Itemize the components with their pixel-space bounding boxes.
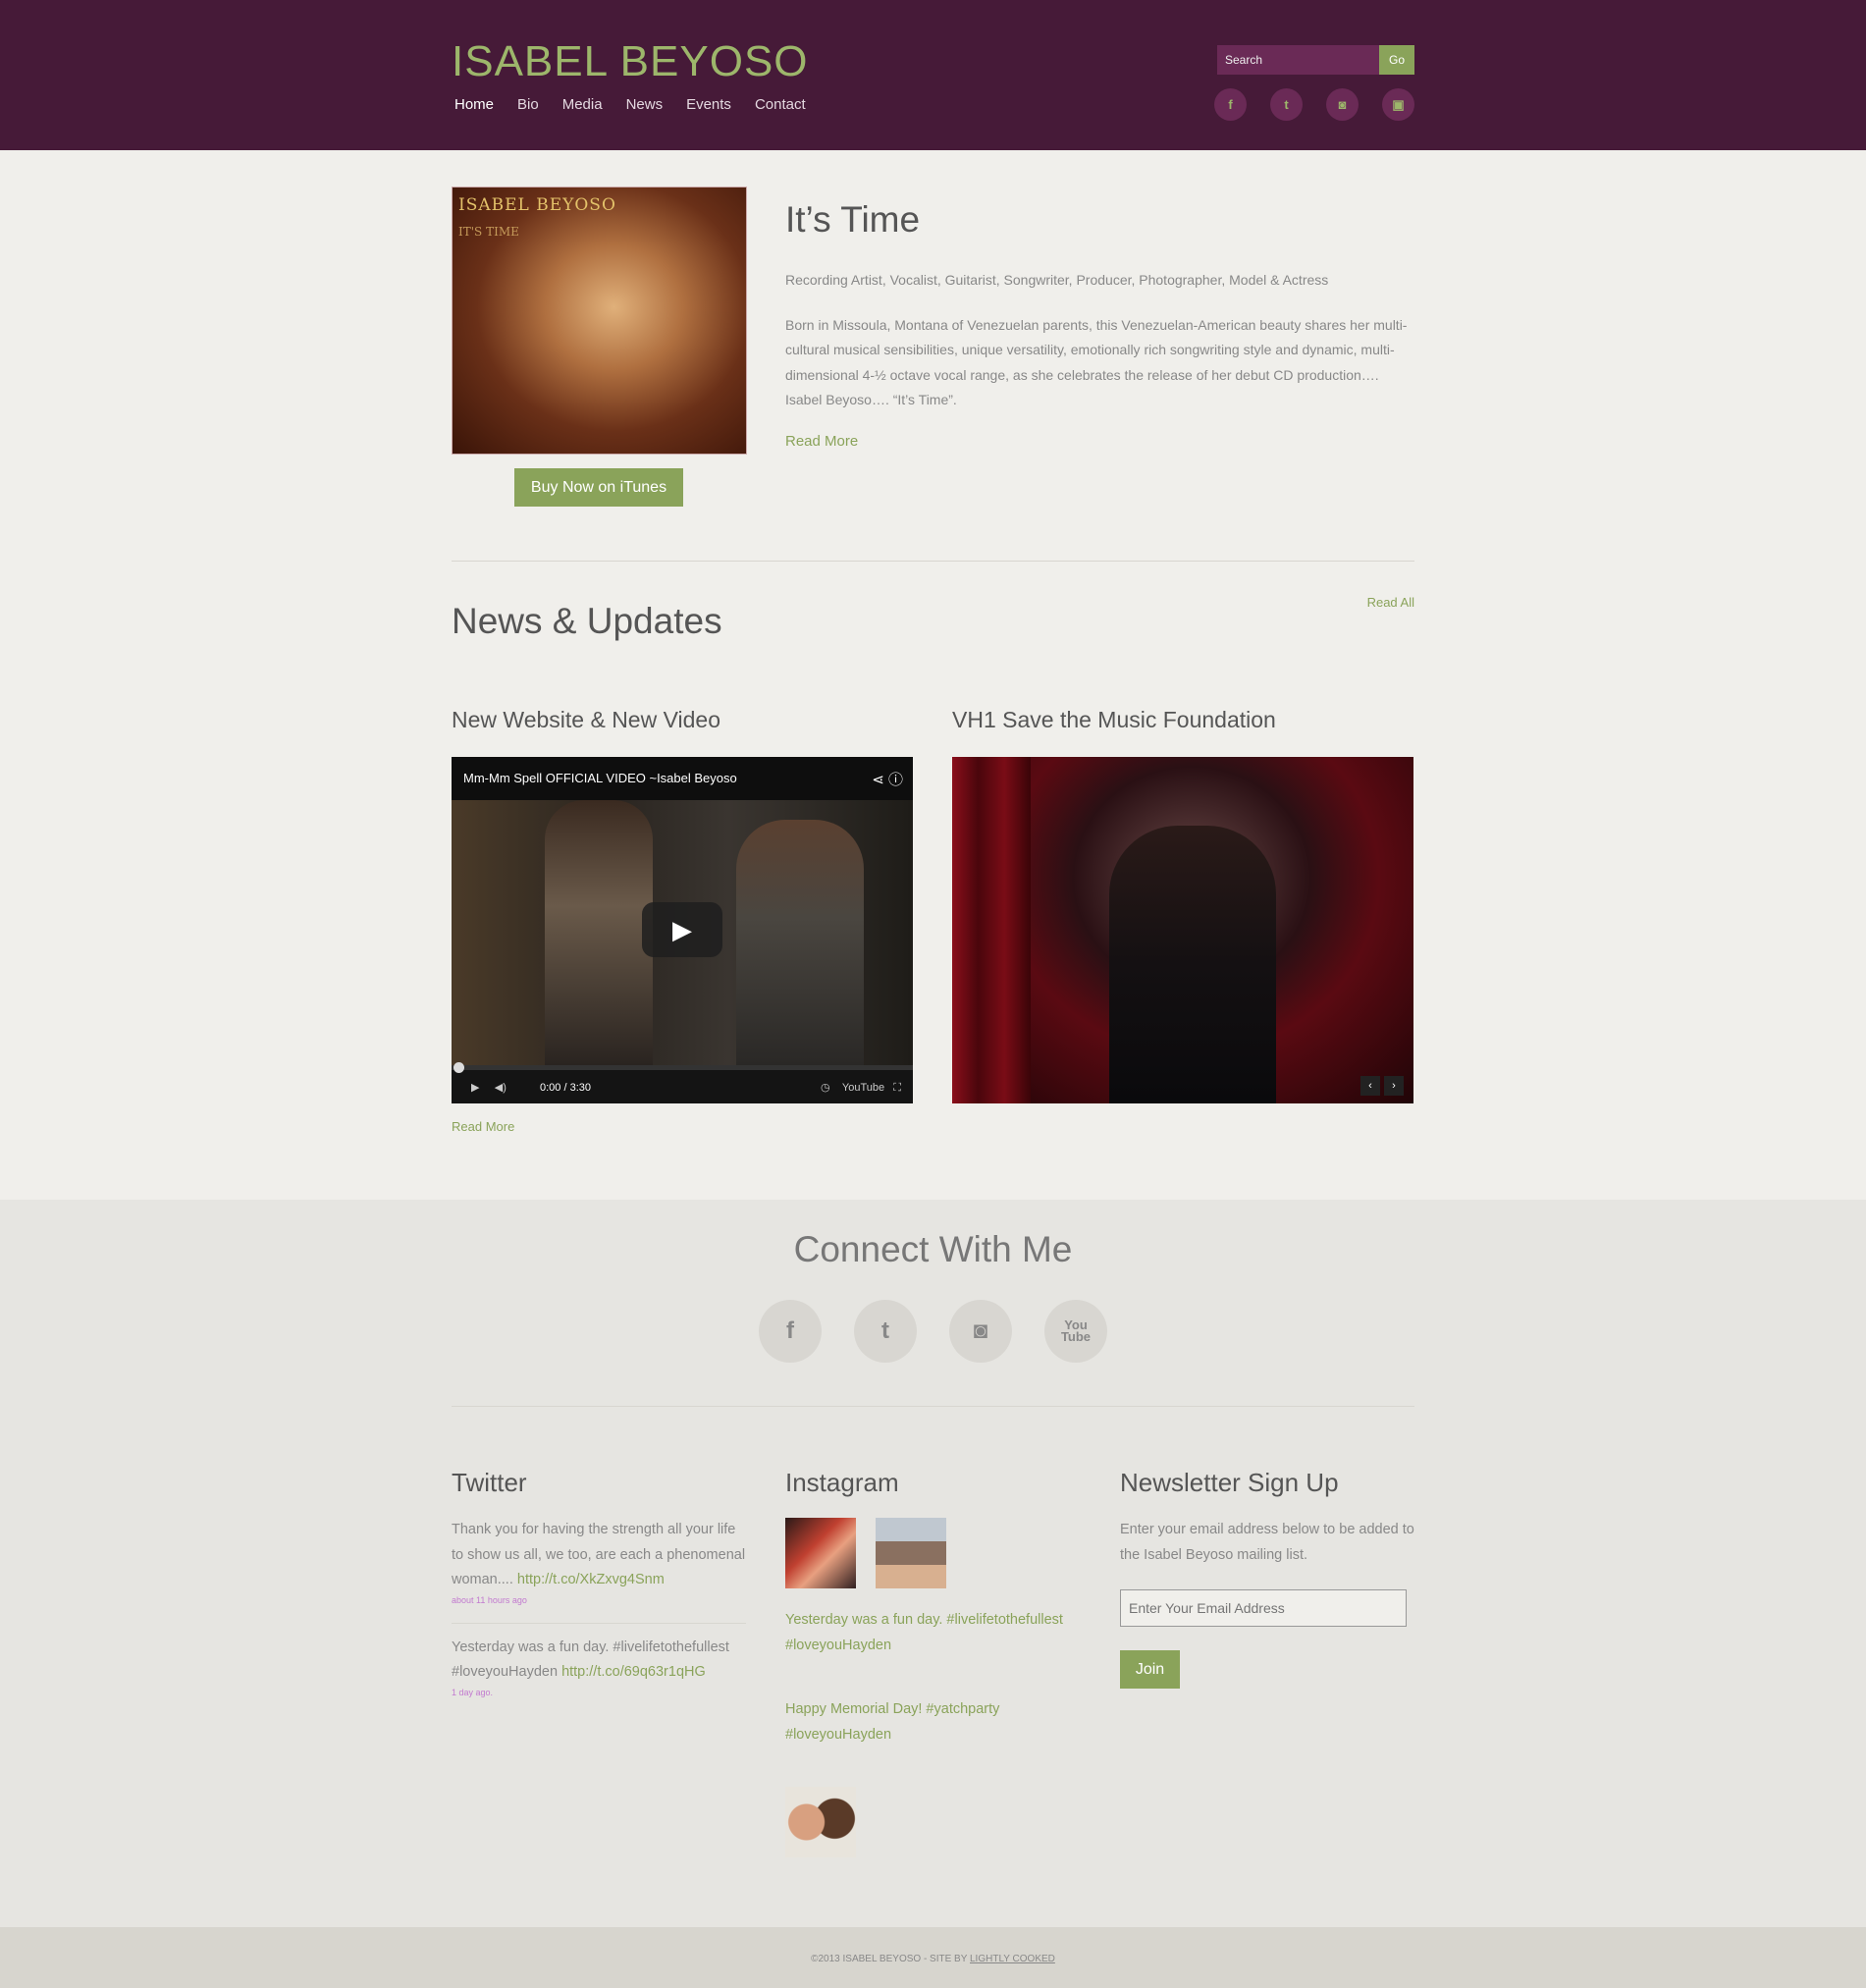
search-go-button[interactable]: Go (1379, 45, 1414, 75)
news-post: New Website & New Video Mm-Mm Spell OFFI… (452, 707, 913, 1134)
instagram-icon[interactable]: ◙ (1326, 88, 1359, 121)
email-field[interactable] (1120, 1589, 1407, 1627)
search-input[interactable] (1217, 45, 1379, 75)
hero-body: Born in Missoula, Montana of Venezuelan … (785, 316, 1408, 408)
tweet: Thank you for having the strength all yo… (452, 1522, 746, 1587)
hero-text: It’s Time Recording Artist, Vocalist, Gu… (785, 199, 1414, 451)
tweet-time[interactable]: about 11 hours ago (452, 1595, 746, 1605)
video-player[interactable]: Mm-Mm Spell OFFICIAL VIDEO ~Isabel Beyos… (452, 757, 913, 1103)
read-all-link[interactable]: Read All (1367, 595, 1414, 610)
tweet-link[interactable]: http://t.co/XkZxvg4Snm (517, 1572, 665, 1587)
twitter-icon[interactable]: t (854, 1300, 917, 1363)
header-social: f t ◙ ▣ (1214, 88, 1414, 121)
nav-contact[interactable]: Contact (755, 96, 806, 113)
site-header: ISABEL BEYOSO Home Bio Media News Events… (0, 0, 1866, 150)
next-arrow-icon[interactable]: › (1384, 1076, 1404, 1096)
instagram-photo[interactable] (785, 1518, 856, 1588)
site-logo[interactable]: ISABEL BEYOSO (452, 37, 809, 86)
facebook-icon[interactable]: f (759, 1300, 822, 1363)
news-title: News & Updates (452, 601, 722, 641)
album-title: IT'S TIME (458, 225, 519, 239)
video-controls: ▶ ◀) 0:00 / 3:30 ◷ YouTube ⛶ (452, 1062, 913, 1103)
nav-news[interactable]: News (626, 96, 664, 113)
instagram-icon[interactable]: ◙ (949, 1300, 1012, 1363)
twitter-icon[interactable]: t (1270, 88, 1303, 121)
instagram-caption[interactable]: Yesterday was a fun day. #livelifetothef… (785, 1608, 1080, 1658)
post-title[interactable]: New Website & New Video (452, 707, 913, 733)
twitter-column: Twitter Thank you for having the strengt… (452, 1468, 746, 1697)
video-time: 0:00 / 3:30 (540, 1082, 591, 1094)
hero-read-more-link[interactable]: Read More (785, 433, 858, 450)
search-form: Go (1217, 45, 1414, 75)
share-icon[interactable]: ⋖ (872, 772, 884, 788)
instagram-caption[interactable]: Happy Memorial Day! #yatchparty #loveyou… (785, 1697, 1080, 1747)
album-artist: ISABEL BEYOSO (458, 195, 616, 215)
play-icon[interactable]: ▶ (642, 902, 722, 957)
news-post: VH1 Save the Music Foundation ‹ › (952, 707, 1413, 1103)
instagram-photo[interactable] (876, 1518, 946, 1588)
copyright: ©2013 ISABEL BEYOSO - SITE BY (811, 1954, 970, 1964)
video-scrubber[interactable] (453, 1062, 464, 1073)
credit-link[interactable]: LIGHTLY COOKED (970, 1954, 1055, 1964)
prev-arrow-icon[interactable]: ‹ (1360, 1076, 1380, 1096)
hero-title: It’s Time (785, 199, 921, 240)
nav-bio[interactable]: Bio (517, 96, 539, 113)
site-footer: ©2013 ISABEL BEYOSO - SITE BY LIGHTLY CO… (0, 1927, 1866, 1988)
youtube-logo[interactable]: YouTube (842, 1082, 884, 1094)
instagram-title: Instagram (785, 1468, 899, 1497)
post-photo[interactable]: ‹ › (952, 757, 1413, 1103)
main-nav: Home Bio Media News Events Contact (454, 96, 829, 113)
instagram-photo[interactable] (785, 1787, 856, 1857)
twitter-title: Twitter (452, 1468, 527, 1497)
connect-social: f t ◙ You Tube (0, 1300, 1866, 1363)
facebook-icon[interactable]: f (1214, 88, 1247, 121)
tweet: Yesterday was a fun day. #livelifetothef… (452, 1639, 729, 1681)
video-progress-track[interactable] (452, 1062, 913, 1073)
connect-section: Connect With Me f t ◙ You Tube Twitter Th… (0, 1200, 1866, 1927)
play-small-icon[interactable]: ▶ (471, 1082, 479, 1094)
news-section: News & Updates Read All New Website & Ne… (452, 562, 1414, 1200)
newsletter-text: Enter your email address below to be add… (1120, 1522, 1414, 1563)
video-title[interactable]: Mm-Mm Spell OFFICIAL VIDEO ~Isabel Beyos… (463, 771, 737, 785)
tweet-link[interactable]: http://t.co/69q63r1qHG (561, 1664, 706, 1680)
video-title-bar: Mm-Mm Spell OFFICIAL VIDEO ~Isabel Beyos… (452, 757, 913, 800)
youtube-icon[interactable]: ▣ (1382, 88, 1414, 121)
clock-icon[interactable]: ◷ (821, 1082, 830, 1094)
instagram-column: Instagram Yesterday was a fun day. #live… (785, 1468, 1080, 1857)
post-title[interactable]: VH1 Save the Music Foundation (952, 707, 1413, 733)
album-cover: ISABEL BEYOSO IT'S TIME (452, 187, 747, 455)
hero-tagline: Recording Artist, Vocalist, Guitarist, S… (785, 272, 1329, 288)
post-read-more-link[interactable]: Read More (452, 1119, 913, 1134)
hero-section: ISABEL BEYOSO IT'S TIME Buy Now on iTune… (452, 150, 1414, 561)
tweet-time[interactable]: 1 day ago. (452, 1688, 746, 1697)
nav-home[interactable]: Home (454, 96, 494, 113)
fullscreen-icon[interactable]: ⛶ (893, 1082, 901, 1094)
nav-media[interactable]: Media (562, 96, 603, 113)
youtube-icon[interactable]: You Tube (1044, 1300, 1107, 1363)
volume-icon[interactable]: ◀) (495, 1082, 506, 1094)
connect-title: Connect With Me (793, 1229, 1073, 1269)
join-button[interactable]: Join (1120, 1650, 1180, 1689)
info-icon[interactable]: ⓘ (888, 772, 903, 788)
newsletter-title: Newsletter Sign Up (1120, 1468, 1339, 1497)
buy-itunes-button[interactable]: Buy Now on iTunes (514, 468, 683, 507)
newsletter-column: Newsletter Sign Up Enter your email addr… (1120, 1468, 1414, 1689)
nav-events[interactable]: Events (686, 96, 731, 113)
